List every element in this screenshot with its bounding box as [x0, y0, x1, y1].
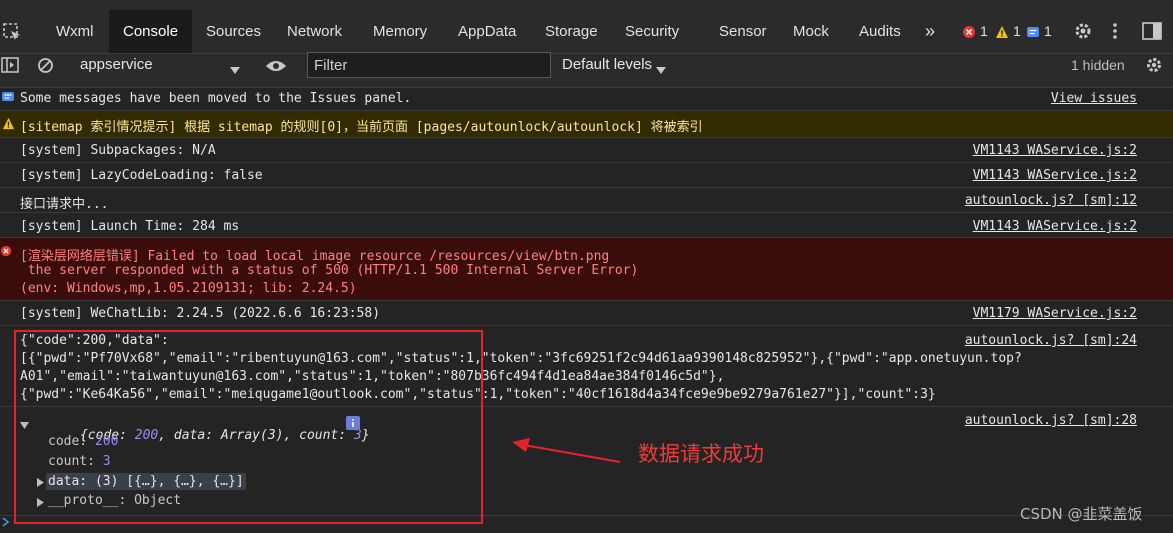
source-link[interactable]: autounlock.js? [sm]:28 [965, 413, 1137, 428]
tab-security[interactable]: Security [625, 10, 679, 53]
top-strip [0, 0, 1173, 10]
console-message-warning: [sitemap 索引情况提示] 根据 sitemap 的规则[0]，当前页面 … [0, 111, 1173, 138]
console-message: [system] WeChatLib: 2.24.5 (2022.6.6 16:… [0, 301, 1173, 326]
source-link[interactable]: autounlock.js? [sm]:12 [965, 193, 1137, 208]
source-link[interactable]: VM1179 WAService.js:2 [973, 306, 1137, 321]
source-link[interactable]: autounlock.js? [sm]:24 [965, 333, 1137, 348]
highlight-box [14, 330, 483, 524]
warning-count: 1 [1013, 23, 1021, 39]
log-levels-dropdown[interactable]: Default levels [562, 56, 652, 73]
devtools-tabbar: Wxml Console Sources Network Memory AppD… [0, 10, 1173, 54]
tab-memory[interactable]: Memory [373, 10, 427, 53]
error-line-3: (env: Windows,mp,1.05.2109131; lib: 2.24… [20, 281, 357, 296]
message-text: [system] Subpackages: N/A [20, 143, 216, 158]
more-tabs-button[interactable]: » [925, 10, 935, 53]
message-text: Some messages have been moved to the Iss… [20, 91, 412, 106]
filter-field[interactable] [307, 52, 551, 78]
live-expression-eye-icon[interactable] [265, 58, 287, 72]
levels-dropdown-icon[interactable] [656, 60, 666, 74]
console-message-info: Some messages have been moved to the Iss… [0, 88, 1173, 111]
tab-network[interactable]: Network [287, 10, 342, 53]
message-text: [sitemap 索引情况提示] 根据 sitemap 的规则[0]，当前页面 … [20, 120, 703, 135]
console-prompt-chevron-icon[interactable] [2, 516, 10, 527]
source-link[interactable]: VM1143 WAService.js:2 [973, 143, 1137, 158]
settings-gear-icon[interactable] [1073, 21, 1093, 41]
message-text: [system] Launch Time: 284 ms [20, 219, 240, 234]
console-message: [system] Launch Time: 284 ms VM1143 WASe… [0, 213, 1173, 238]
console-toolbar: appservice Default levels 1 hidden [0, 52, 1173, 88]
error-line-1: [渲染层网络层错误] Failed to load local image re… [20, 249, 610, 264]
watermark: CSDN @韭菜盖饭 [1020, 505, 1143, 523]
warning-message-icon [2, 117, 15, 130]
info-count: 1 [1044, 23, 1052, 39]
console-message: [system] Subpackages: N/A VM1143 WAServi… [0, 138, 1173, 163]
console-message: [system] LazyCodeLoading: false VM1143 W… [0, 163, 1173, 188]
view-issues-link[interactable]: View issues [1051, 91, 1137, 106]
dock-side-icon[interactable] [1142, 22, 1162, 40]
error-count: 1 [980, 23, 988, 39]
tab-appdata[interactable]: AppData [458, 10, 516, 53]
info-count-icon[interactable] [1026, 24, 1040, 38]
message-text: 接口请求中... [20, 197, 109, 212]
tab-sources[interactable]: Sources [206, 10, 261, 53]
context-selector[interactable]: appservice [80, 56, 153, 73]
info-message-icon [2, 92, 14, 103]
tab-sensor[interactable]: Sensor [719, 10, 767, 53]
message-text: [system] LazyCodeLoading: false [20, 168, 263, 183]
tab-mock[interactable]: Mock [793, 10, 829, 53]
error-line-2: the server responded with a status of 50… [20, 263, 639, 278]
source-link[interactable]: VM1143 WAService.js:2 [973, 219, 1137, 234]
clear-console-icon[interactable] [37, 57, 54, 74]
hidden-count: 1 hidden [1071, 57, 1125, 73]
console-message-error: [渲染层网络层错误] Failed to load local image re… [0, 238, 1173, 301]
tab-wxml[interactable]: Wxml [56, 10, 94, 53]
more-options-icon[interactable] [1112, 21, 1118, 41]
tab-console[interactable]: Console [109, 10, 193, 53]
console-settings-gear-icon[interactable] [1145, 56, 1163, 74]
filter-input[interactable] [308, 53, 550, 77]
annotation-text: 数据请求成功 [638, 442, 764, 466]
inspect-element-icon[interactable] [2, 22, 22, 42]
context-dropdown-icon[interactable] [230, 60, 240, 74]
source-link[interactable]: VM1143 WAService.js:2 [973, 168, 1137, 183]
warning-count-icon[interactable] [995, 24, 1009, 38]
annotation-arrow-icon [510, 436, 622, 464]
toggle-sidebar-icon[interactable] [1, 57, 19, 73]
tab-storage[interactable]: Storage [545, 10, 598, 53]
tab-audits[interactable]: Audits [859, 10, 901, 53]
console-message: 接口请求中... autounlock.js? [sm]:12 [0, 188, 1173, 213]
error-message-icon [0, 245, 12, 257]
message-text: [system] WeChatLib: 2.24.5 (2022.6.6 16:… [20, 306, 381, 321]
error-count-icon[interactable] [962, 24, 976, 38]
